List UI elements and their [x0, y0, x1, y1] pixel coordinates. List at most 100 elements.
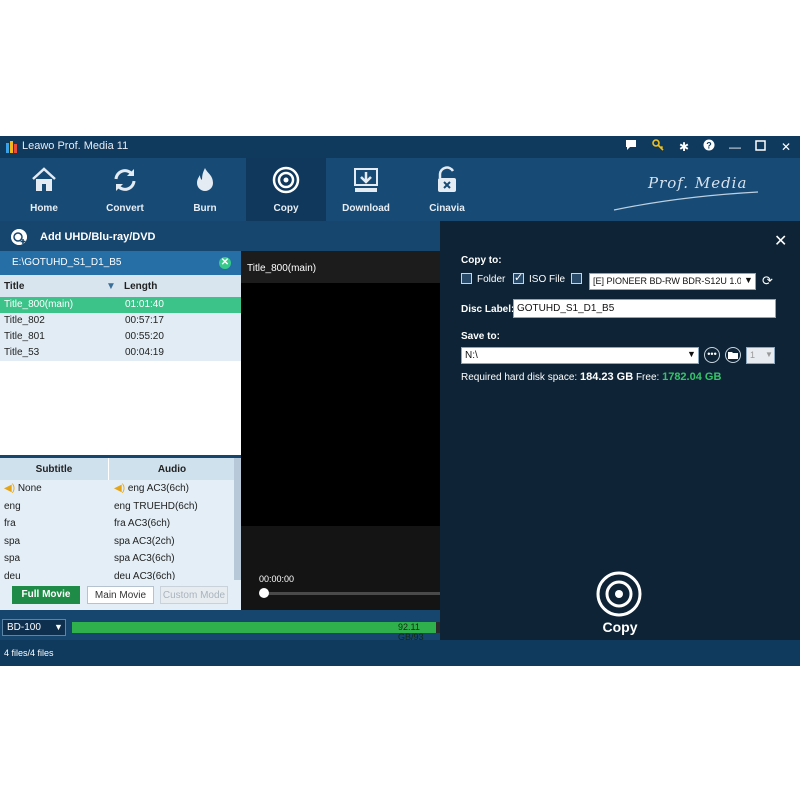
- open-folder-icon[interactable]: [725, 347, 741, 363]
- help-icon[interactable]: ?: [701, 139, 717, 155]
- app-logo-icon: [6, 141, 17, 153]
- audio-column-header: Audio: [157, 464, 187, 475]
- title-length: 00:55:20: [125, 331, 164, 342]
- minimize-icon[interactable]: —: [727, 139, 743, 155]
- key-icon[interactable]: [650, 139, 666, 155]
- audio-value: eng AC3(6ch): [127, 483, 189, 494]
- subtitle-value: spa: [4, 553, 21, 565]
- maximize-icon[interactable]: [752, 139, 768, 155]
- home-icon: [32, 167, 56, 191]
- iso-file-checkbox[interactable]: [513, 271, 524, 284]
- chevron-down-icon: ▼: [54, 622, 63, 632]
- main-movie-button[interactable]: Main Movie: [87, 586, 154, 604]
- device-checkbox[interactable]: [571, 273, 582, 284]
- convert-icon: [114, 169, 136, 191]
- toolbar-cinavia[interactable]: Cinavia: [407, 158, 487, 221]
- track-row[interactable]: spa spa AC3(2ch): [0, 533, 241, 551]
- copy-start-icon[interactable]: [596, 571, 642, 617]
- toolbar-burn-label: Burn: [193, 203, 217, 214]
- toolbar-copy-label: Copy: [273, 203, 299, 214]
- title-name: Title_802: [4, 315, 45, 326]
- toolbar-burn[interactable]: Burn: [165, 158, 245, 221]
- title-length: 00:04:19: [125, 347, 164, 358]
- title-length: 01:01:40: [125, 299, 164, 310]
- disc-label-label: Disc Label:: [461, 304, 515, 315]
- disk-space-info: Required hard disk space: 184.23 GB Free…: [461, 371, 721, 383]
- source-path: E:\GOTUHD_S1_D1_B5: [12, 257, 122, 268]
- copies-value: 1: [750, 350, 756, 360]
- video-preview[interactable]: [241, 283, 440, 526]
- custom-mode-button[interactable]: Custom Mode: [160, 586, 228, 604]
- seek-track[interactable]: [263, 592, 440, 595]
- title-column-header[interactable]: Title: [4, 281, 24, 292]
- subtitle-value: deu: [4, 570, 21, 580]
- player-controls: 00:00:00: [241, 526, 440, 610]
- subtitle-value: spa: [4, 535, 21, 547]
- disc-label-input[interactable]: GOTUHD_S1_D1_B5: [513, 299, 776, 318]
- toolbar-cinavia-label: Cinavia: [429, 203, 465, 214]
- add-disc-icon: [11, 229, 27, 245]
- subtitle-value: fra: [4, 518, 16, 530]
- title-row[interactable]: Title_53 00:04:19: [0, 345, 241, 361]
- track-row[interactable]: deu deu AC3(6ch): [0, 568, 241, 580]
- download-icon: [354, 168, 378, 192]
- copy-disc-icon: [272, 166, 300, 194]
- speaker-icon: ◀): [4, 483, 16, 494]
- free-space-value: 1782.04 GB: [662, 371, 722, 383]
- required-space-label: Required hard disk space:: [461, 372, 578, 383]
- browse-more-icon[interactable]: •••: [704, 347, 720, 363]
- burn-icon: [197, 168, 213, 191]
- length-column-header[interactable]: Length: [124, 281, 157, 292]
- disc-capacity-bar: BD-100 ▼ 92.11 GB/93: [0, 616, 440, 642]
- folder-label: Folder: [477, 274, 506, 285]
- toolbar-copy[interactable]: Copy: [246, 158, 326, 221]
- toolbar-download[interactable]: Download: [326, 158, 406, 221]
- title-name: Title_53: [4, 347, 40, 358]
- audio-value: spa AC3(6ch): [114, 553, 175, 565]
- required-space-value: 184.23 GB: [579, 371, 634, 383]
- title-row[interactable]: Title_802 00:57:17: [0, 313, 241, 329]
- track-list-scrollbar[interactable]: [234, 458, 241, 580]
- track-row[interactable]: eng eng TRUEHD(6ch): [0, 498, 241, 516]
- full-movie-button[interactable]: Full Movie: [12, 586, 80, 604]
- capacity-fill: [72, 622, 437, 633]
- title-row[interactable]: Title_800(main) 01:01:40: [0, 297, 241, 313]
- track-row[interactable]: fra fra AC3(6ch): [0, 515, 241, 533]
- preview-header: Title_800(main): [241, 251, 440, 283]
- source-bar: E:\GOTUHD_S1_D1_B5 ✕: [0, 251, 241, 275]
- svg-text:?: ?: [706, 141, 712, 151]
- mode-bar: Full Movie Main Movie Custom Mode: [0, 580, 241, 610]
- save-to-value: N:\: [465, 350, 478, 361]
- capacity-text: 92.11 GB/93: [398, 622, 424, 642]
- app-title: Leawo Prof. Media 11: [22, 140, 129, 152]
- copy-start-label[interactable]: Copy: [580, 619, 660, 635]
- folder-checkbox[interactable]: [461, 273, 472, 284]
- cinavia-icon: [438, 166, 456, 192]
- remove-source-icon[interactable]: ✕: [219, 257, 231, 269]
- title-list: Title ▼ Length Title_800(main) 01:01:40 …: [0, 275, 241, 455]
- toolbar-home-label: Home: [30, 203, 58, 214]
- track-list-header: Subtitle Audio: [0, 458, 241, 480]
- disc-type-select[interactable]: BD-100 ▼: [2, 619, 66, 636]
- feedback-icon[interactable]: [623, 139, 639, 155]
- sort-chevron-icon[interactable]: ▼: [106, 281, 116, 292]
- free-space-label: Free:: [635, 372, 660, 383]
- add-disc-bar[interactable]: Add UHD/Blu-ray/DVD: [0, 221, 440, 251]
- toolbar-home[interactable]: Home: [4, 158, 84, 221]
- track-row[interactable]: ◀) None ◀) eng AC3(6ch): [0, 480, 241, 498]
- close-panel-icon[interactable]: ✕: [774, 231, 787, 251]
- brand-swoosh: [613, 191, 759, 211]
- title-row[interactable]: Title_801 00:55:20: [0, 329, 241, 345]
- seek-handle[interactable]: [259, 588, 269, 598]
- settings-gear-icon[interactable]: ✱: [676, 139, 692, 155]
- speaker-icon: ◀): [114, 483, 126, 494]
- burner-device-select[interactable]: [E] PIONEER BD-RW BDR-S12U 1.02 ▼: [589, 273, 756, 290]
- copies-select[interactable]: 1 ▼: [746, 347, 775, 364]
- close-window-icon[interactable]: ✕: [778, 139, 794, 155]
- iso-file-label: ISO File: [529, 274, 566, 285]
- toolbar-convert[interactable]: Convert: [85, 158, 165, 221]
- track-row[interactable]: spa spa AC3(6ch): [0, 550, 241, 568]
- save-to-select[interactable]: N:\ ▼: [461, 347, 699, 364]
- refresh-icon[interactable]: ⟳: [762, 273, 773, 289]
- status-footer: 4 files/4 files: [0, 640, 800, 666]
